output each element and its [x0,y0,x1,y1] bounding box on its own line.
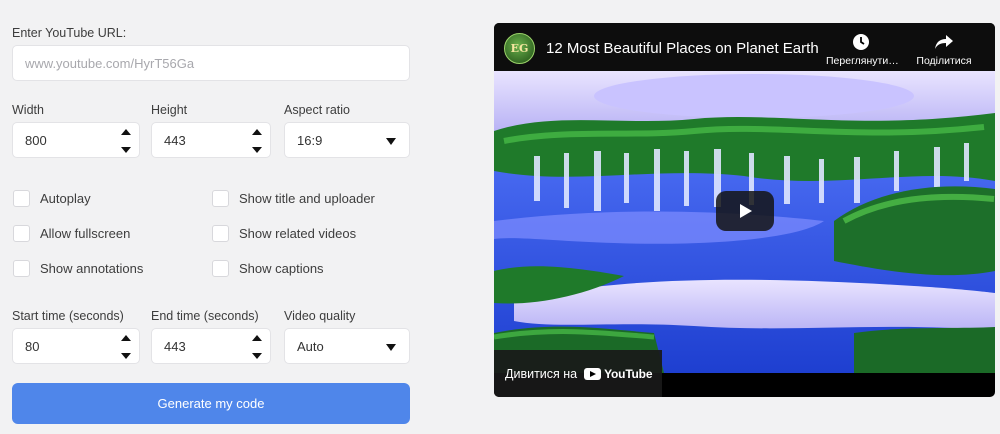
annotations-checkbox-row[interactable]: Show annotations [13,260,143,277]
annotations-label: Show annotations [40,261,144,276]
youtube-logo: YouTube [584,367,652,381]
annotations-checkbox[interactable] [13,260,30,277]
start-time-value: 80 [25,338,40,354]
title-uploader-checkbox[interactable] [212,190,229,207]
captions-label: Show captions [239,261,324,276]
video-preview[interactable]: EG 12 Most Beautiful Places on Planet Ea… [494,23,995,397]
autoplay-checkbox-row[interactable]: Autoplay [13,190,91,207]
decrement-icon[interactable] [252,147,262,153]
start-time-stepper[interactable]: 80 [12,328,140,364]
aspect-ratio-value: 16:9 [297,132,323,148]
autoplay-checkbox[interactable] [13,190,30,207]
related-videos-label: Show related videos [239,226,357,241]
video-quality-select[interactable]: Auto [284,328,410,364]
channel-logo[interactable]: EG [504,33,535,64]
decrement-icon[interactable] [121,353,131,359]
video-title[interactable]: 12 Most Beautiful Places on Planet Earth [546,40,819,57]
youtube-play-icon [584,367,602,380]
height-stepper[interactable]: 443 [151,122,271,158]
watch-on-youtube-button[interactable]: Дивитися на YouTube [494,350,662,397]
watch-later-button[interactable]: Переглянути… [826,33,899,67]
play-button[interactable] [716,191,774,231]
end-time-label: End time (seconds) [151,309,259,323]
width-value: 800 [25,132,47,148]
share-button[interactable]: Поділитися [909,33,979,67]
fullscreen-label: Allow fullscreen [40,226,131,241]
share-icon [935,35,953,49]
watch-later-label: Переглянути… [826,55,899,67]
title-uploader-checkbox-row[interactable]: Show title and uploader [212,190,375,207]
width-stepper[interactable]: 800 [12,122,140,158]
increment-icon[interactable] [252,335,262,341]
youtube-logo-text: YouTube [604,366,653,381]
video-quality-value: Auto [297,338,324,354]
decrement-icon[interactable] [252,353,262,359]
watch-on-label: Дивитися на [505,366,578,381]
width-stepper-arrows[interactable] [121,129,131,153]
autoplay-label: Autoplay [40,191,91,206]
increment-icon[interactable] [121,335,131,341]
increment-icon[interactable] [121,129,131,135]
start-time-label: Start time (seconds) [12,309,124,323]
captions-checkbox-row[interactable]: Show captions [212,260,324,277]
chevron-down-icon [386,344,396,351]
height-value: 443 [164,132,186,148]
chevron-down-icon [386,138,396,145]
height-label: Height [151,103,188,117]
width-label: Width [12,103,44,117]
video-quality-label: Video quality [284,309,356,323]
end-time-stepper-arrows[interactable] [252,335,262,359]
start-time-stepper-arrows[interactable] [121,335,131,359]
youtube-url-input[interactable]: www.youtube.com/HyrT56Ga [12,45,410,81]
clock-icon [853,34,869,50]
generate-code-button[interactable]: Generate my code [12,383,410,424]
height-stepper-arrows[interactable] [252,129,262,153]
decrement-icon[interactable] [121,147,131,153]
url-label: Enter YouTube URL: [12,26,127,40]
related-videos-checkbox-row[interactable]: Show related videos [212,225,356,242]
aspect-ratio-select[interactable]: 16:9 [284,122,410,158]
title-uploader-label: Show title and uploader [239,191,375,206]
fullscreen-checkbox-row[interactable]: Allow fullscreen [13,225,130,242]
aspect-ratio-label: Aspect ratio [284,103,351,117]
end-time-stepper[interactable]: 443 [151,328,271,364]
share-label: Поділитися [916,55,972,67]
increment-icon[interactable] [252,129,262,135]
captions-checkbox[interactable] [212,260,229,277]
related-videos-checkbox[interactable] [212,225,229,242]
fullscreen-checkbox[interactable] [13,225,30,242]
end-time-value: 443 [164,338,186,354]
